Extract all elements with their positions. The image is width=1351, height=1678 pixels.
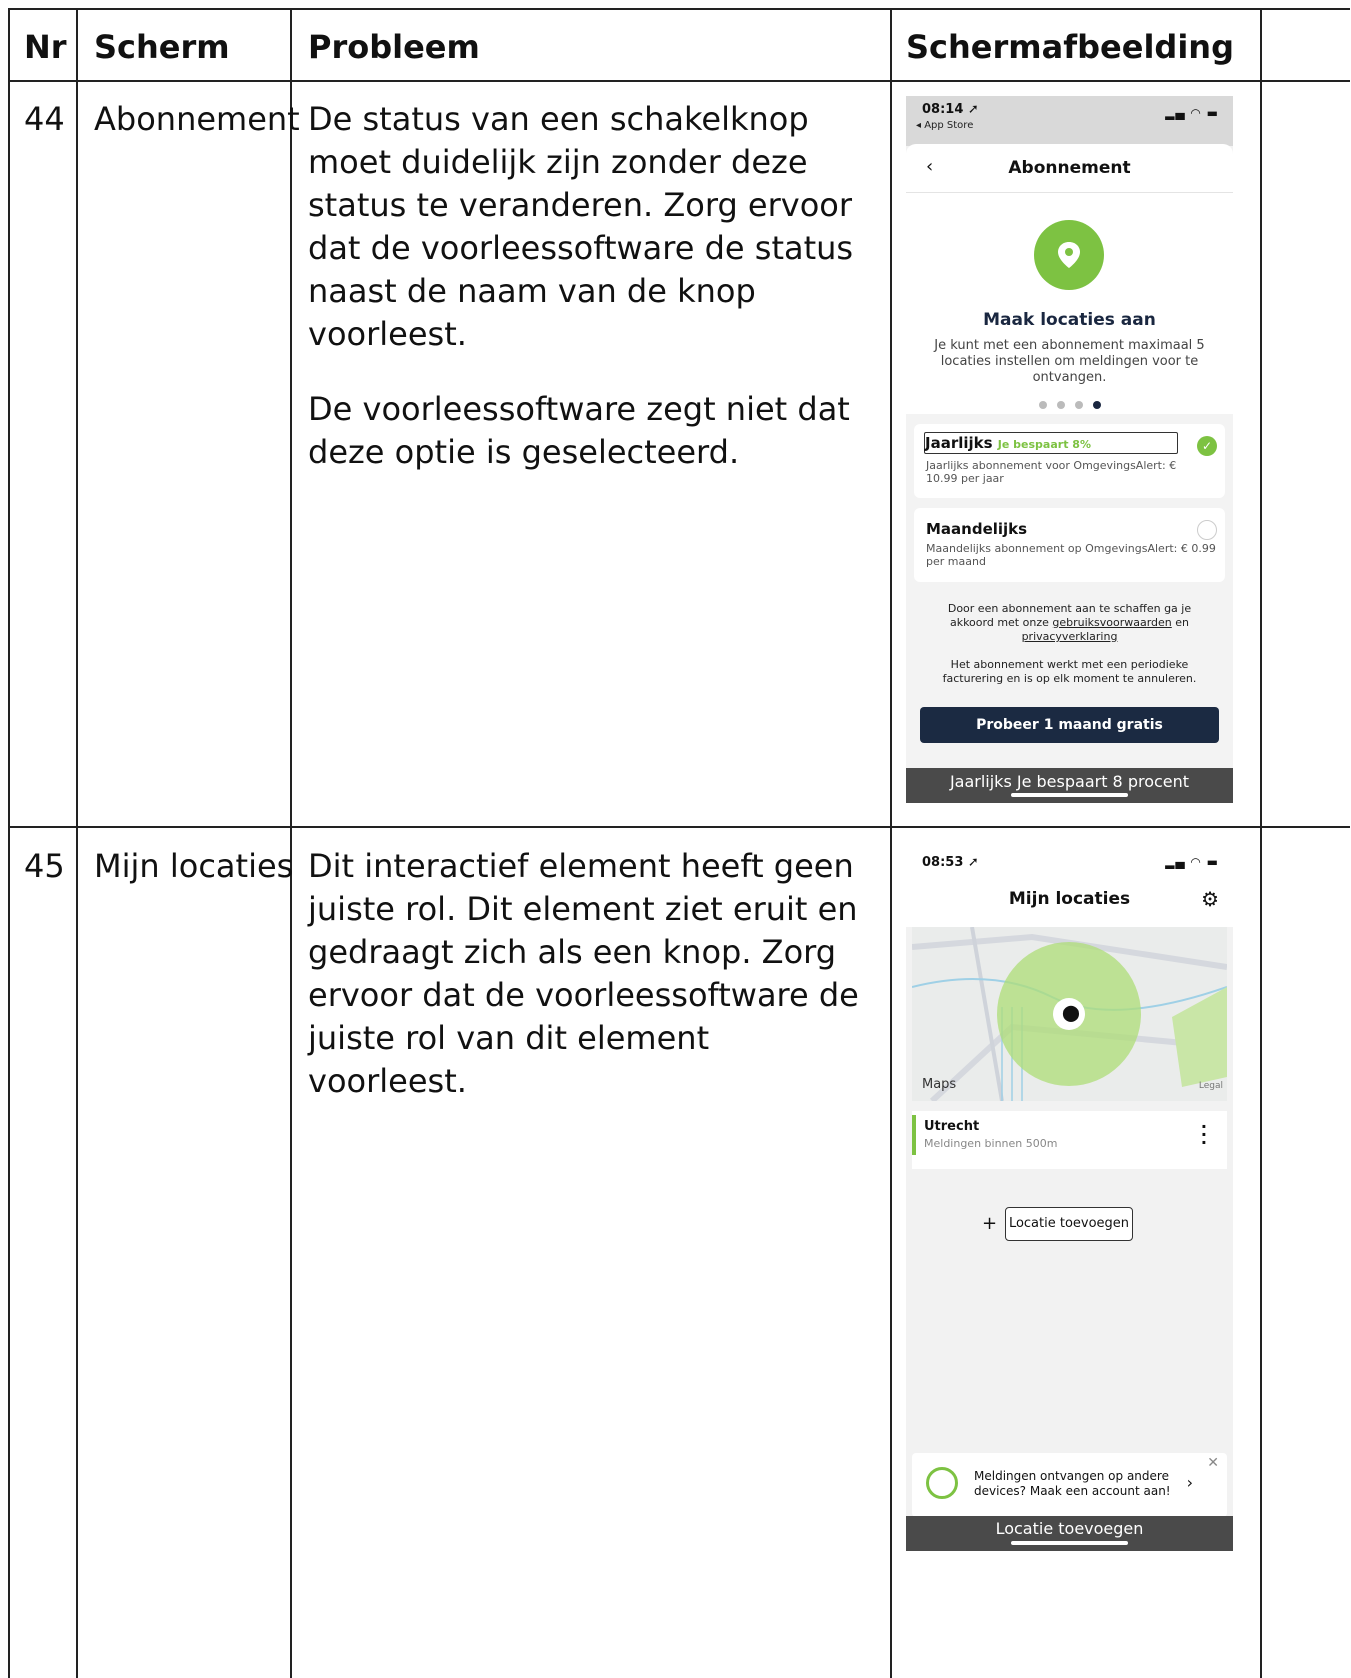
option-yearly-focus: Jaarlijks Je bespaart 8% — [924, 432, 1178, 454]
legal-link[interactable]: Legal — [1199, 1081, 1223, 1091]
plus-icon: + — [982, 1213, 998, 1234]
gear-icon[interactable]: ⚙ — [1201, 887, 1219, 911]
billing-text: Het abonnement werkt met een periodieke … — [942, 658, 1197, 685]
header-probleem: Probleem — [308, 28, 480, 66]
location-item[interactable]: Utrecht Meldingen binnen 500m · · · — [912, 1111, 1227, 1169]
heading: Maak locaties aan — [983, 310, 1156, 330]
row-nr: 44 — [24, 100, 65, 138]
status-icons: ▂▄ ◠ ▬ — [1165, 106, 1219, 120]
divider — [906, 192, 1233, 193]
add-location-button[interactable]: Locatie toevoegen — [1005, 1207, 1133, 1241]
status-icons: ▂▄ ◠ ▬ — [1165, 855, 1219, 869]
user-icon — [926, 1467, 958, 1499]
checkmark-icon: ✓ — [1197, 436, 1217, 456]
option-label: Maandelijks — [926, 520, 1028, 538]
voiceover-caption: Locatie toevoegen — [906, 1516, 1233, 1551]
screenshot-mijn-locaties: 08:53 ➚ ▂▄ ◠ ▬ Mijn locaties ⚙ ⬤ Maps Le… — [906, 843, 1233, 1551]
option-monthly[interactable]: Maandelijks Maandelijks abonnement op Om… — [914, 508, 1225, 582]
maps-attribution: Maps — [922, 1077, 956, 1092]
problem-paragraph: Dit interactief element heeft geen juist… — [308, 847, 859, 1100]
row-nr: 45 — [24, 847, 65, 885]
map-pin-icon: ⬤ — [1062, 1003, 1080, 1022]
column-divider — [76, 8, 78, 1678]
location-name: Utrecht — [924, 1119, 980, 1134]
location-pin-icon — [1034, 220, 1104, 290]
voiceover-caption: Jaarlijks Je bespaart 8 procent — [906, 768, 1233, 803]
map-view[interactable]: ⬤ Maps Legal — [912, 927, 1227, 1101]
screen-title: Abonnement — [1008, 158, 1131, 178]
location-desc: Meldingen binnen 500m — [924, 1137, 1058, 1150]
banner-text: Meldingen ontvangen op andere devices? M… — [974, 1469, 1171, 1498]
header-nr: Nr — [24, 28, 67, 66]
radio-empty-icon — [1197, 520, 1217, 540]
screenshot-abonnement: 08:14 ➚ ◂ App Store ▂▄ ◠ ▬ ‹ Abonnement … — [906, 96, 1233, 803]
column-divider — [290, 8, 292, 1678]
savings-badge: Je bespaart 8% — [997, 438, 1091, 451]
maps-label: Maps — [922, 1077, 957, 1092]
row-divider — [8, 826, 1350, 828]
column-divider — [1260, 8, 1262, 1678]
terms-text: Door een abonnement aan te schaffen ga j… — [932, 602, 1207, 644]
more-options-icon[interactable]: · · · — [1201, 1119, 1207, 1151]
page-indicator — [906, 394, 1233, 413]
row-screen-name: Abonnement — [94, 100, 300, 138]
home-indicator — [1011, 793, 1128, 797]
close-icon[interactable]: ✕ — [1207, 1455, 1219, 1471]
option-desc: Maandelijks abonnement op OmgevingsAlert… — [926, 542, 1216, 568]
option-yearly[interactable]: Jaarlijks Je bespaart 8% ✓ Jaarlijks abo… — [914, 424, 1225, 498]
problem-paragraph: De status van een schakelknop moet duide… — [308, 100, 854, 353]
chevron-right-icon: › — [1186, 1473, 1193, 1492]
terms-and: en — [1175, 616, 1190, 629]
header-scherm: Scherm — [94, 28, 230, 66]
option-desc: Jaarlijks abonnement voor OmgevingsAlert… — [926, 459, 1177, 485]
option-label: Jaarlijks — [925, 434, 993, 452]
status-time: 08:53 ➚ — [922, 855, 979, 870]
problem-paragraph: De voorleessoftware zegt niet dat deze o… — [308, 390, 850, 471]
account-banner[interactable]: Meldingen ontvangen op andere devices? M… — [912, 1453, 1227, 1517]
row-problem: Dit interactief element heeft geen juist… — [308, 845, 878, 1135]
screen-title: Mijn locaties — [1008, 889, 1131, 909]
back-to-app-store[interactable]: ◂ App Store — [916, 120, 973, 131]
subtext: Je kunt met een abonnement maximaal 5 lo… — [934, 338, 1205, 385]
row-divider — [8, 80, 1350, 82]
home-indicator — [1011, 1541, 1128, 1545]
column-divider — [890, 8, 892, 1678]
row-problem: De status van een schakelknop moet duide… — [308, 98, 878, 506]
status-time: 08:14 ➚ — [922, 102, 979, 117]
row-screen-name: Mijn locaties — [94, 847, 294, 885]
trial-button[interactable]: Probeer 1 maand gratis — [920, 707, 1219, 743]
terms-link[interactable]: gebruiksvoorwaarden — [1052, 616, 1171, 629]
privacy-link[interactable]: privacyverklaring — [1022, 630, 1118, 643]
location-accent-bar — [912, 1115, 916, 1155]
header-schermafbeelding: Schermafbeelding — [906, 28, 1234, 66]
